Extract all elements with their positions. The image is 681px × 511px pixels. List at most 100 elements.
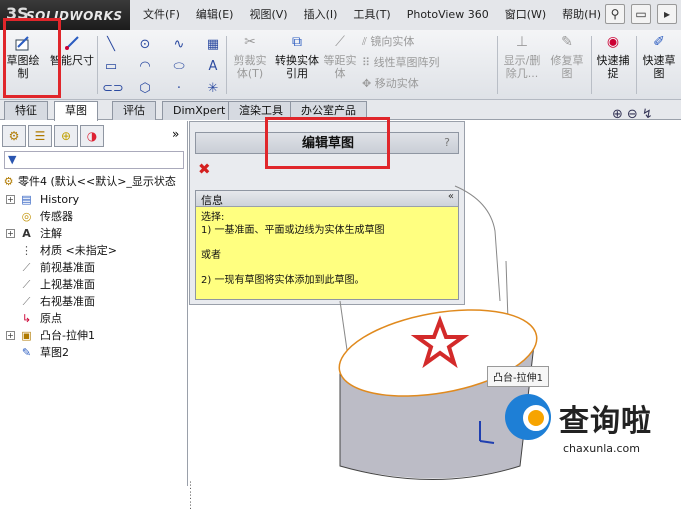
new-document-icon[interactable]: ▭ xyxy=(631,4,651,24)
toolbar-separator xyxy=(591,36,592,94)
watermark-url: chaxunla.com xyxy=(563,442,640,455)
expand-chevron-icon[interactable]: » xyxy=(172,127,179,141)
repair-sketch-label: 修复草图 xyxy=(550,54,584,80)
trim-button[interactable]: ✂ 剪裁实体(T) xyxy=(230,32,270,96)
zoom-to-fit-icon[interactable]: ⊕ xyxy=(612,107,623,122)
expand-icon[interactable]: + xyxy=(6,331,15,340)
plane-icon: ⟋ xyxy=(22,278,31,291)
slot-icon[interactable]: ⊂⊃ xyxy=(102,80,124,98)
feature-tree-tab-icon[interactable]: ⚙ xyxy=(2,125,26,147)
linear-pattern-label: 线性草图阵列 xyxy=(373,56,440,69)
linear-pattern-button[interactable]: ⠿ 线性草图阵列 xyxy=(362,54,440,72)
quick-access-toolbar: ⚲ ▭ ▸ xyxy=(605,4,677,24)
pin-icon[interactable]: ⚲ xyxy=(605,4,625,24)
command-manager: 草图绘制 智能尺寸 ╲ ⊙ ∿ ▦ ▭ ◠ ⬭ A ⊂⊃ ⬡ · ✳ ✂ 剪裁实… xyxy=(0,30,681,100)
offset-entities-button[interactable]: ⟋ 等距实体 xyxy=(322,32,358,96)
tree-item-label: 凸台-拉伸1 xyxy=(40,329,95,342)
view-toolbar: ⊕ ⊖ ↯ xyxy=(612,107,653,122)
move-entities-button[interactable]: ✥ 移动实体 xyxy=(362,75,419,93)
menu-file[interactable]: 文件(F) xyxy=(135,0,188,30)
configuration-tab-icon[interactable]: ⊕ xyxy=(54,125,78,147)
material-icon: ⋮ xyxy=(21,244,32,257)
sketch-icon: ✎ xyxy=(21,346,32,359)
menu-edit[interactable]: 编辑(E) xyxy=(188,0,242,30)
point-icon[interactable]: · xyxy=(170,80,188,98)
display-manager-tab-icon[interactable]: ◑ xyxy=(80,125,104,147)
move-entities-label: 移动实体 xyxy=(374,77,419,90)
display-delete-relations-button[interactable]: ⊥ 显示/删除几... xyxy=(500,32,544,96)
smart-dimension-icon xyxy=(65,36,79,50)
sensor-icon: ◎ xyxy=(21,210,32,223)
tree-item-label: 材质 <未指定> xyxy=(40,244,117,257)
menu-help[interactable]: 帮助(H) xyxy=(554,0,609,30)
convert-entities-icon: ⧉ xyxy=(292,34,302,50)
watermark: 查询啦 chaxunla.com xyxy=(497,392,681,468)
rectangle-icon[interactable]: ▭ xyxy=(102,58,120,76)
tree-root-label: 零件4 (默认<<默认>_显示状态 xyxy=(18,175,176,188)
quick-sketch-icon: ✐ xyxy=(653,34,665,50)
offset-entities-label: 等距实体 xyxy=(323,54,357,80)
tree-item-label: 上视基准面 xyxy=(40,278,95,291)
toolbar-separator xyxy=(497,36,498,94)
menu-bar: 文件(F) 编辑(E) 视图(V) 插入(I) 工具(T) PhotoView … xyxy=(135,0,609,30)
view-orientation-icon[interactable]: ↯ xyxy=(642,107,653,122)
tree-item-label: 原点 xyxy=(40,312,62,325)
tree-item-label: 草图2 xyxy=(40,346,69,359)
menu-photoview[interactable]: PhotoView 360 xyxy=(399,0,497,30)
tree-item-label: 前视基准面 xyxy=(40,261,95,274)
mirror-entities-label: 镜向实体 xyxy=(370,35,415,48)
spline-icon[interactable]: ∿ xyxy=(170,36,188,54)
menu-tools[interactable]: 工具(T) xyxy=(345,0,398,30)
centerline-icon[interactable]: ✳ xyxy=(204,80,222,98)
repair-sketch-button[interactable]: ✎ 修复草图 xyxy=(546,32,588,96)
history-icon: ▤ xyxy=(21,193,32,206)
menu-insert[interactable]: 插入(I) xyxy=(296,0,346,30)
convert-entities-label: 转换实体引用 xyxy=(275,54,319,80)
tab-evaluate[interactable]: 评估 xyxy=(112,101,156,120)
relations-icon: ⊥ xyxy=(515,34,529,50)
extrude-icon: ▣ xyxy=(21,329,32,342)
open-folder-icon[interactable]: ▸ xyxy=(657,4,677,24)
toolbar-separator xyxy=(636,36,637,94)
menu-window[interactable]: 窗口(W) xyxy=(497,0,554,30)
tree-item-label: History xyxy=(40,193,80,206)
quick-snaps-button[interactable]: ◉ 快速捕捉 xyxy=(594,32,632,96)
convert-entities-button[interactable]: ⧉ 转换实体引用 xyxy=(274,32,320,96)
repair-sketch-icon: ✎ xyxy=(561,34,573,50)
quick-snaps-icon: ◉ xyxy=(606,34,620,50)
property-manager-tab-icon[interactable]: ☰ xyxy=(28,125,52,147)
tree-item-label: 注解 xyxy=(40,227,62,240)
quick-snaps-label: 快速捕捉 xyxy=(596,54,630,80)
expand-icon[interactable]: + xyxy=(6,229,15,238)
arc-icon[interactable]: ◠ xyxy=(136,58,154,76)
watermark-logo-icon xyxy=(505,394,551,440)
toolbar-separator xyxy=(97,36,98,94)
offset-entities-icon: ⟋ xyxy=(335,34,345,50)
expand-icon[interactable]: + xyxy=(6,195,15,204)
circle-icon[interactable]: ⊙ xyxy=(136,36,154,54)
tab-dimxpert[interactable]: DimXpert xyxy=(162,101,237,120)
highlight-box-sketch xyxy=(3,18,61,98)
tab-features[interactable]: 特征 xyxy=(4,101,48,120)
plane-icon: ⟋ xyxy=(22,261,31,274)
plane-icon[interactable]: ▦ xyxy=(204,36,222,54)
mirror-entities-button[interactable]: ⫽ 镜向实体 xyxy=(362,33,414,51)
menu-view[interactable]: 视图(V) xyxy=(241,0,295,30)
polygon-icon[interactable]: ⬡ xyxy=(136,80,154,98)
part-icon: ⚙ xyxy=(3,175,14,188)
tree-item-label: 传感器 xyxy=(40,210,73,223)
feature-tooltip: 凸台-拉伸1 xyxy=(487,366,549,387)
ellipse-icon[interactable]: ⬭ xyxy=(170,58,188,76)
tree-filter-input[interactable]: ▼ xyxy=(4,151,184,169)
tab-sketch[interactable]: 草图 xyxy=(54,101,98,121)
watermark-text: 查询啦 xyxy=(559,404,652,439)
feature-manager-panel: ⚙ ☰ ⊕ ◑ » ▼ ⚙ 零件4 (默认<<默认>_显示状态 + ▤ Hist… xyxy=(0,121,195,511)
line-icon[interactable]: ╲ xyxy=(102,36,120,54)
trim-label: 剪裁实体(T) xyxy=(233,54,267,80)
origin-icon: ↳ xyxy=(21,312,32,325)
guide-curve xyxy=(505,260,509,322)
quick-sketch-button[interactable]: ✐ 快速草图 xyxy=(639,32,679,96)
text-icon[interactable]: A xyxy=(204,58,222,76)
zoom-area-icon[interactable]: ⊖ xyxy=(627,107,638,122)
feature-manager-tabs: ⚙ ☰ ⊕ ◑ » xyxy=(0,125,188,149)
